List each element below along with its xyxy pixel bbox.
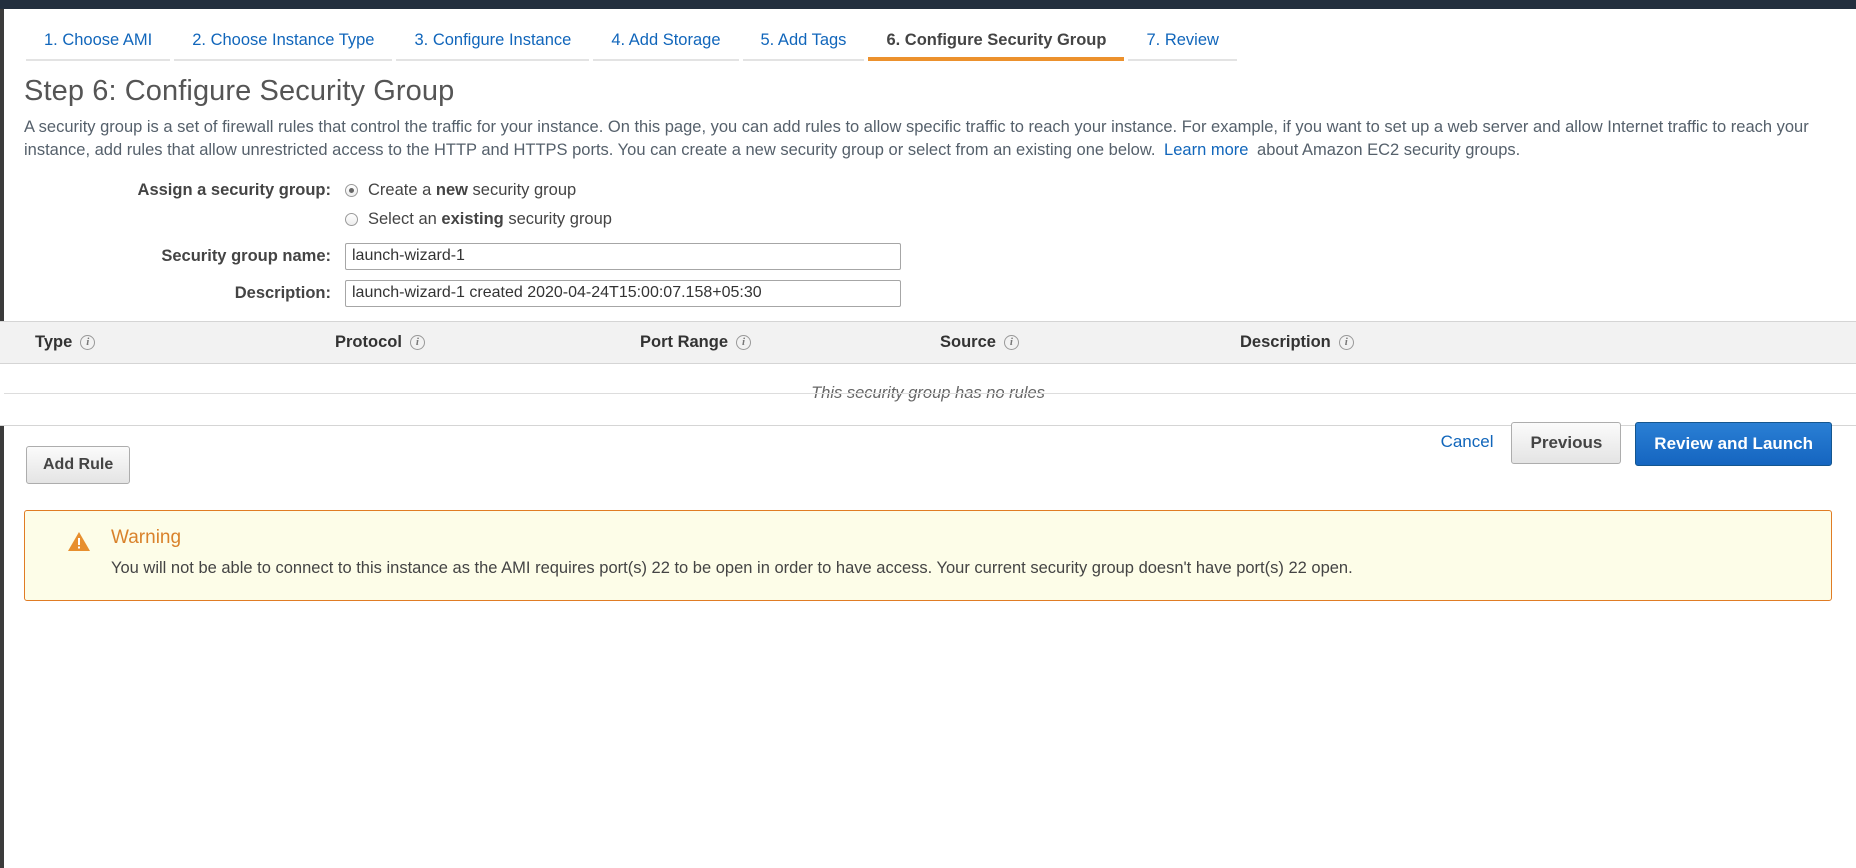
wizard-step-tabs: 1. Choose AMI 2. Choose Instance Type 3.… (0, 21, 1856, 61)
security-group-description-label: Description: (234, 283, 331, 302)
cancel-link[interactable]: Cancel (1437, 422, 1498, 462)
radio-select-existing-label[interactable]: Select an existing security group (368, 210, 612, 229)
tab-add-tags[interactable]: 5. Add Tags (742, 25, 865, 61)
tab-configure-instance[interactable]: 3. Configure Instance (396, 25, 590, 61)
page-title: Step 6: Configure Security Group (24, 75, 455, 107)
info-icon-source[interactable]: i (1003, 334, 1019, 350)
radio-create-new-label[interactable]: Create a new security group (368, 181, 576, 200)
column-header-source-label: Source (940, 332, 996, 351)
assign-security-group-row: Assign a security group: Create a new se… (0, 181, 1856, 200)
column-header-port-range-label: Port Range (640, 332, 729, 351)
security-group-form: Assign a security group: Create a new se… (0, 181, 1856, 307)
radio-select-existing-suffix: security group (503, 209, 612, 228)
tab-choose-instance-type[interactable]: 2. Choose Instance Type (174, 25, 393, 61)
review-and-launch-button[interactable]: Review and Launch (1635, 421, 1832, 466)
previous-button[interactable]: Previous (1511, 421, 1622, 464)
page-description-text-1: A security group is a set of firewall ru… (24, 118, 1809, 160)
radio-option-select-existing[interactable]: Select an existing security group (345, 210, 612, 229)
column-header-protocol-label: Protocol (335, 332, 402, 351)
page-description: A security group is a set of firewall ru… (24, 116, 1832, 163)
radio-create-new-suffix: security group (467, 180, 577, 199)
rules-table-header: Type i Protocol i Port Range i Source i … (0, 321, 1856, 364)
wizard-footer: Cancel Previous Review and Launch (4, 392, 1856, 601)
security-group-description-input[interactable] (345, 279, 901, 307)
column-header-type: Type i (35, 333, 335, 352)
tab-review[interactable]: 7. Review (1128, 25, 1237, 61)
radio-select-existing-emphasis: existing (441, 209, 504, 228)
info-icon-description[interactable]: i (1338, 334, 1354, 350)
security-group-name-label: Security group name: (161, 246, 331, 265)
column-header-description: Description i (1240, 333, 1856, 352)
page-description-text-2: about Amazon EC2 security groups. (1257, 141, 1521, 160)
radio-create-new-emphasis: new (435, 180, 468, 199)
assign-security-group-label: Assign a security group: (137, 180, 331, 199)
tab-configure-security-group[interactable]: 6. Configure Security Group (868, 25, 1125, 61)
column-header-protocol: Protocol i (335, 333, 640, 352)
select-existing-row: Select an existing security group (0, 210, 1856, 229)
radio-select-existing-prefix: Select an (368, 209, 442, 228)
info-icon-protocol[interactable]: i (409, 334, 425, 350)
learn-more-link[interactable]: Learn more (1160, 141, 1252, 159)
security-group-name-row: Security group name: (0, 242, 1856, 270)
column-header-port-range: Port Range i (640, 333, 940, 352)
security-group-name-input[interactable] (345, 242, 901, 270)
tab-add-storage[interactable]: 4. Add Storage (593, 25, 739, 61)
global-nav-bar (0, 0, 1856, 9)
radio-select-existing-security-group[interactable] (345, 212, 358, 226)
launch-wizard-page: 1. Choose AMI 2. Choose Instance Type 3.… (0, 21, 1856, 601)
radio-create-new-prefix: Create a (368, 180, 436, 199)
security-group-description-row: Description: (0, 279, 1856, 307)
column-header-type-label: Type (35, 332, 73, 351)
column-header-description-label: Description (1240, 332, 1331, 351)
tab-choose-ami[interactable]: 1. Choose AMI (26, 25, 171, 61)
info-icon-type[interactable]: i (80, 334, 96, 350)
info-icon-port-range[interactable]: i (736, 334, 752, 350)
radio-option-create-new[interactable]: Create a new security group (345, 181, 576, 200)
column-header-source: Source i (940, 333, 1240, 352)
radio-create-new-security-group[interactable] (345, 183, 358, 197)
